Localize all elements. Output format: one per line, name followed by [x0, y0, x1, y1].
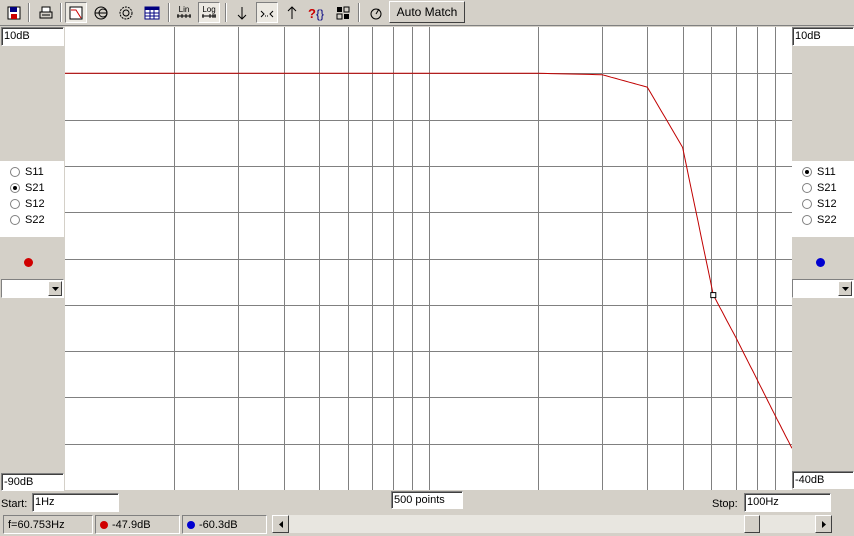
right-radio-s11[interactable]: S11: [802, 165, 836, 179]
table-icon[interactable]: [141, 2, 163, 23]
trace-marker[interactable]: [710, 292, 717, 299]
stop-frequency-field[interactable]: 100Hz: [744, 493, 831, 512]
radio-label: S11: [817, 166, 836, 178]
blue-marker-readout: -60.3dB: [182, 515, 267, 534]
left-marker-dot: [24, 258, 33, 267]
frequency-scrollbar[interactable]: [272, 515, 832, 533]
tune-icon[interactable]: [365, 2, 387, 23]
help-icon[interactable]: ?{}: [306, 2, 328, 23]
s-parameter-plot[interactable]: [65, 27, 792, 490]
blue-dot-icon: [187, 520, 195, 529]
left-radio-s11[interactable]: S11: [10, 165, 44, 179]
radio-dot-icon: [10, 215, 20, 225]
svg-text:?: ?: [308, 6, 316, 21]
right-radio-s21[interactable]: S21: [802, 181, 837, 195]
chevron-down-icon[interactable]: [48, 281, 62, 296]
radio-dot-icon: [10, 183, 20, 193]
radio-dot-icon: [802, 199, 812, 209]
scroll-thumb[interactable]: [744, 515, 760, 533]
start-frequency-field[interactable]: 1Hz: [32, 493, 119, 512]
radio-label: S12: [817, 198, 837, 210]
left-radio-s12[interactable]: S12: [10, 197, 45, 211]
start-label: Start:: [1, 498, 28, 510]
zoom-in-icon[interactable]: [256, 2, 278, 23]
red-marker-readout: -47.9dB: [95, 515, 180, 534]
print-icon[interactable]: [35, 2, 57, 23]
red-marker-value: -47.9dB: [112, 518, 151, 531]
right-radio-s12[interactable]: S12: [802, 197, 837, 211]
gear-icon[interactable]: [332, 2, 354, 23]
right-top-value-field[interactable]: 10dB: [792, 27, 854, 46]
left-top-value-field[interactable]: 10dB: [1, 27, 64, 46]
left-radio-s21[interactable]: S21: [10, 181, 45, 195]
radio-dot-icon: [10, 167, 20, 177]
radio-dot-icon: [10, 199, 20, 209]
chevron-down-icon[interactable]: [838, 281, 852, 296]
blue-marker-value: -60.3dB: [199, 518, 238, 531]
red-dot-icon: [100, 520, 108, 529]
right-radio-s22[interactable]: S22: [802, 213, 837, 227]
polar-chart-icon[interactable]: [115, 2, 137, 23]
radio-dot-icon: [802, 215, 812, 225]
right-marker-combo[interactable]: [792, 279, 854, 298]
right-marker-dot: [816, 258, 825, 267]
stop-label: Stop:: [712, 498, 738, 510]
toolbar: Lin Log ?{} Auto Match: [0, 0, 854, 26]
log-label: Log: [202, 5, 216, 14]
marker-up-icon[interactable]: [281, 2, 303, 23]
marker-down-icon[interactable]: [231, 2, 253, 23]
left-param-group: S11 S21 S12 S22: [0, 161, 64, 237]
toolbar-separator: [225, 3, 227, 22]
radio-dot-icon: [802, 167, 812, 177]
linear-scale-icon[interactable]: Lin: [173, 2, 195, 23]
radio-label: S21: [25, 182, 45, 194]
radio-dot-icon: [802, 183, 812, 193]
right-bottom-value-field[interactable]: -40dB: [792, 471, 854, 489]
toolbar-separator: [60, 3, 62, 22]
save-icon[interactable]: [3, 2, 25, 23]
scroll-right-icon[interactable]: [815, 515, 832, 533]
radio-label: S22: [25, 214, 45, 226]
toolbar-separator: [28, 3, 30, 22]
left-bottom-value-field[interactable]: -90dB: [1, 473, 64, 491]
auto-match-button[interactable]: Auto Match: [389, 1, 465, 23]
chart-icon[interactable]: [65, 2, 87, 23]
radio-label: S12: [25, 198, 45, 210]
radio-label: S21: [817, 182, 837, 194]
frequency-readout: f=60.753Hz: [3, 515, 93, 534]
radio-label: S22: [817, 214, 837, 226]
radio-label: S11: [25, 166, 44, 178]
toolbar-separator: [358, 3, 360, 22]
points-field[interactable]: 500 points: [391, 491, 463, 509]
svg-text:{}: {}: [316, 7, 324, 21]
toolbar-separator: [168, 3, 170, 22]
scroll-left-icon[interactable]: [272, 515, 289, 533]
left-radio-s22[interactable]: S22: [10, 213, 45, 227]
smith-chart-icon[interactable]: [90, 2, 112, 23]
log-scale-icon[interactable]: Log: [198, 2, 220, 23]
lin-label: Lin: [178, 5, 190, 14]
right-param-group: S11 S21 S12 S22: [792, 161, 854, 237]
left-marker-combo[interactable]: [1, 279, 64, 298]
